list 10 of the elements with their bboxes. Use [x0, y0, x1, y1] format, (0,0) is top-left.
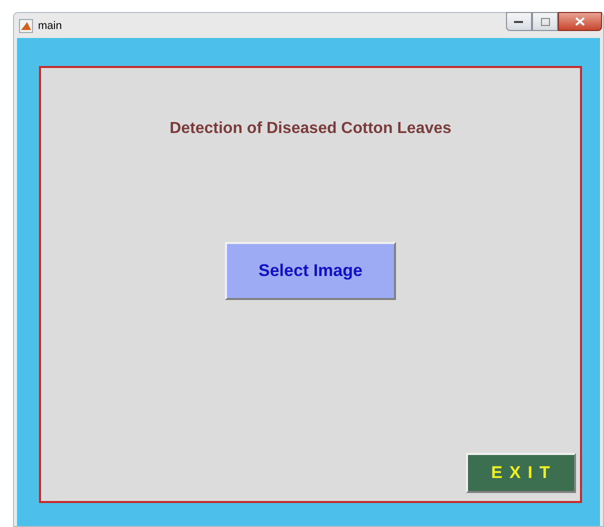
minimize-button[interactable] — [506, 12, 532, 31]
maximize-icon — [540, 18, 550, 26]
close-button[interactable] — [558, 12, 602, 31]
exit-button[interactable]: EXIT — [466, 453, 576, 493]
app-heading: Detection of Diseased Cotton Leaves — [170, 120, 452, 138]
close-icon — [575, 17, 585, 26]
minimize-icon — [514, 20, 524, 24]
app-icon — [19, 18, 33, 32]
window-title: main — [38, 20, 62, 32]
select-image-button[interactable]: Select Image — [225, 242, 396, 300]
